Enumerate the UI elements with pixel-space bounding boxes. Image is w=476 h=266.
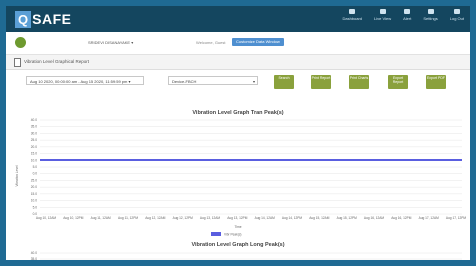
y-axis-ticks: 40.0 35.0 30.0 25.0 20.0 15.0 10.0 5.0 0.0 25.0 20… (31, 118, 37, 216)
gear-icon (427, 9, 434, 14)
nav-dashboard[interactable]: Dashboard (342, 9, 362, 21)
y-tick-label: 35.0 (31, 257, 37, 260)
x-tick-label: Aug 16, 12PM (391, 216, 412, 220)
x-axis-ticks: Aug 10, 12AM Aug 10, 12PM Aug 11, 12AM Aug … (36, 216, 467, 220)
chart-grid (40, 119, 462, 215)
filter-controls: Aug 10 2020, 00:00:00 am - Aug 15 2020, … (6, 70, 470, 104)
export-pdf-button[interactable]: Export PDF (426, 75, 446, 89)
x-tick-label: Aug 13, 12AM (200, 216, 221, 220)
y-tick-label: 15.0 (31, 192, 37, 196)
legend-label[interactable]: Vibr Peak(s) (224, 233, 241, 237)
vibration-chart-long: Vibration Level Graph Long Peak(s) 40.0 3… (31, 242, 462, 260)
x-tick-label: Aug 12, 12PM (173, 216, 194, 220)
logo-text: SAFE (32, 11, 72, 27)
panel-header: Vibration Level Graphical Report (6, 55, 470, 70)
nav-label: Settings (423, 16, 438, 21)
x-tick-label: Aug 15, 12AM (309, 216, 330, 220)
legend-swatch (211, 232, 221, 236)
x-tick-label: Aug 10, 12PM (63, 216, 84, 220)
y-tick-label: 25.0 (31, 138, 37, 142)
print-report-button[interactable]: Print Report (311, 75, 331, 89)
device-select-value: Device-FBCH (172, 79, 197, 84)
x-tick-label: Aug 17, 12AM (419, 216, 440, 220)
vibration-chart-tran: Vibration Level Graph Tran Peak(s) 40.0 3… (15, 110, 467, 237)
app-frame: Q SAFE Dashboard Live View Alert Setting… (6, 6, 470, 260)
nav-label: Dashboard (342, 16, 363, 21)
welcome-text: Welcome, Guest (196, 40, 226, 45)
export-report-button[interactable]: Export Report (388, 75, 408, 89)
x-tick-label: Aug 11, 12AM (91, 216, 111, 220)
y-tick-label: 35.0 (31, 125, 37, 129)
monitor-icon (379, 9, 386, 14)
chart-grid: 40.0 35.0 (31, 251, 462, 260)
panel-title: Vibration Level Graphical Report (24, 59, 89, 64)
nav-alert[interactable]: Alert (403, 9, 411, 21)
y-axis-label: Vibration Level (15, 165, 19, 186)
y-tick-label: 40.0 (31, 251, 37, 255)
document-icon (14, 58, 21, 67)
device-select[interactable]: Device-FBCH ▾ (168, 76, 258, 85)
logo-mark: Q (15, 10, 32, 28)
y-tick-label: 40.0 (31, 118, 37, 122)
x-tick-label: Aug 14, 12AM (255, 216, 276, 220)
y-tick-label: 5.0 (33, 165, 38, 169)
chart-title: Vibration Level Graph Long Peak(s) (191, 242, 284, 248)
y-tick-label: 10.0 (31, 158, 37, 162)
avatar[interactable] (15, 37, 26, 48)
nav-label: Live View (374, 16, 392, 21)
bell-icon (404, 9, 411, 14)
nav-live-view[interactable]: Live View (374, 9, 391, 21)
nav-items: Dashboard Live View Alert Settings Log O… (342, 9, 464, 21)
app-logo[interactable]: Q SAFE (15, 10, 71, 28)
x-tick-label: Aug 16, 12AM (364, 216, 385, 220)
y-tick-label: 10.0 (31, 199, 37, 203)
y-tick-label: 5.0 (33, 205, 38, 209)
nav-label: Log Out (449, 16, 464, 21)
x-tick-label: Aug 14, 12PM (282, 216, 303, 220)
x-axis-label: Time (235, 225, 242, 229)
y-tick-label: 20.0 (31, 185, 37, 189)
user-bar: SRIDEVI DISANAYAKE ▾ Welcome, Guest Cust… (6, 32, 470, 55)
y-tick-label: 20.0 (31, 145, 37, 149)
nav-label: Alert (403, 16, 412, 21)
chart-title: Vibration Level Graph Tran Peak(s) (192, 110, 283, 116)
dashboard-icon (349, 9, 356, 14)
y-tick-label: 0.0 (33, 172, 38, 176)
user-name-dropdown[interactable]: SRIDEVI DISANAYAKE ▾ (88, 40, 133, 45)
search-button[interactable]: Search (274, 75, 294, 89)
x-tick-label: Aug 11, 12PM (118, 216, 138, 220)
logout-icon (453, 9, 460, 14)
y-tick-label: 15.0 (31, 152, 37, 156)
nav-logout[interactable]: Log Out (450, 9, 464, 21)
y-tick-label: 25.0 (31, 178, 37, 182)
x-tick-label: Aug 15, 12PM (337, 216, 358, 220)
x-tick-label: Aug 12, 12AM (145, 216, 166, 220)
x-tick-label: Aug 13, 12PM (227, 216, 248, 220)
nav-settings[interactable]: Settings (423, 9, 438, 21)
chevron-down-icon: ▾ (252, 79, 255, 84)
y-tick-label: 30.0 (31, 131, 37, 135)
top-navbar: Q SAFE Dashboard Live View Alert Setting… (6, 6, 470, 32)
x-tick-label: Aug 10, 12AM (36, 216, 57, 220)
date-range-picker[interactable]: Aug 10 2020, 00:00:00 am - Aug 15 2020, … (26, 76, 144, 85)
print-charts-button[interactable]: Print Charts (349, 75, 369, 89)
customize-button[interactable]: Customize Data Window (232, 38, 284, 46)
x-tick-label: Aug 17, 12PM (446, 216, 467, 220)
